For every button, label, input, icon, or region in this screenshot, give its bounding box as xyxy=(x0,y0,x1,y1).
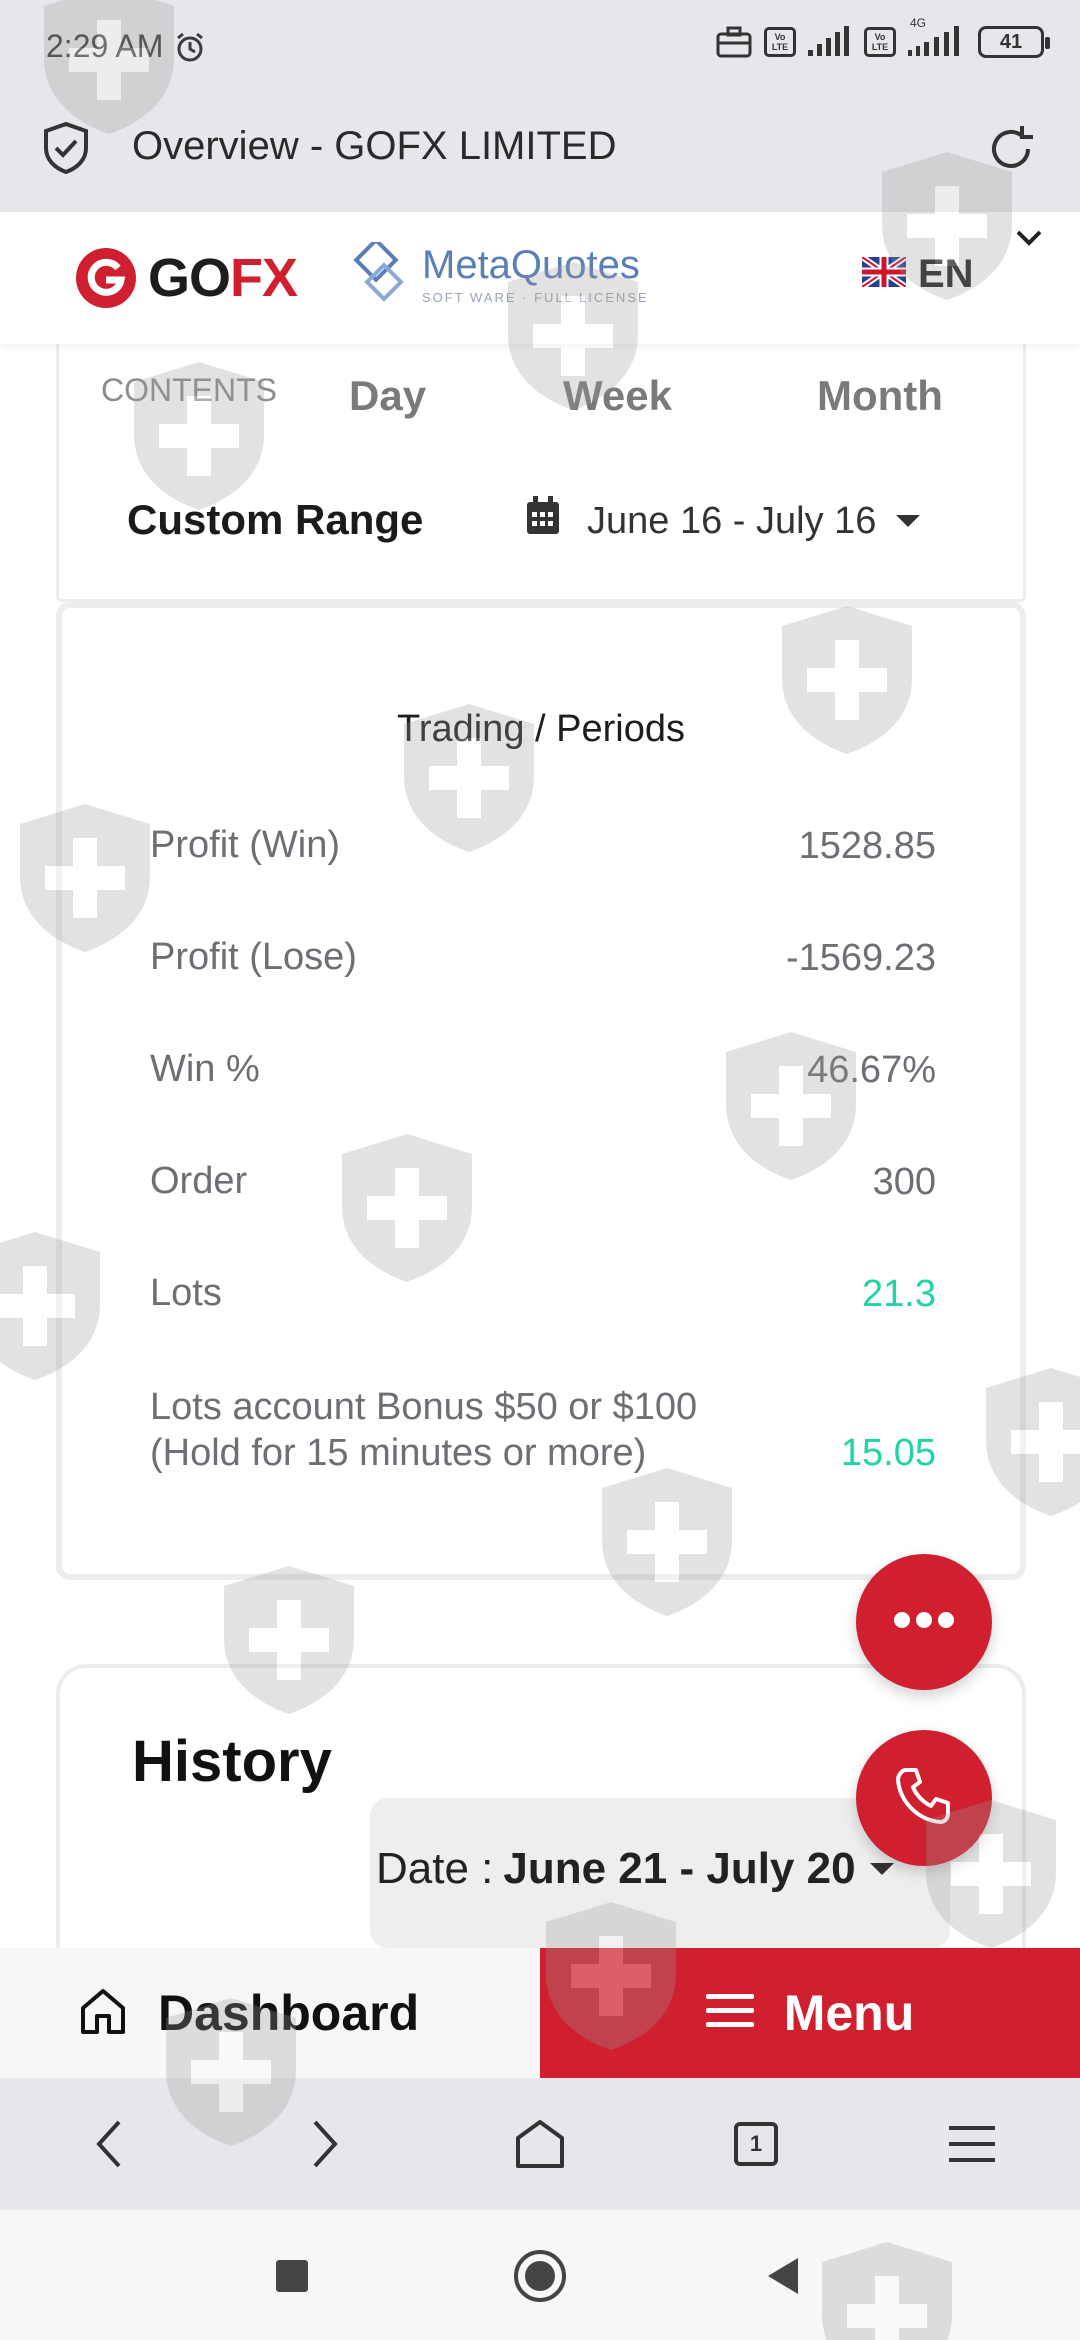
history-title: History xyxy=(132,1729,332,1794)
alarm-icon xyxy=(173,30,207,64)
calendar-icon xyxy=(525,496,561,546)
uk-flag-icon xyxy=(860,254,908,292)
status-bar: 2:29 AM Vo LTE Vo LTE 4G 41 xyxy=(0,0,1080,100)
metaquotes-logo: MetaQuotes SOFT WARE · FULL LICENSE xyxy=(348,242,649,306)
stat-label: Win % xyxy=(150,1048,260,1090)
tab-month[interactable]: Month xyxy=(817,372,943,420)
volte-badge: Vo LTE xyxy=(764,27,796,57)
stat-label-line2: (Hold for 15 minutes or more) xyxy=(150,1432,647,1474)
tab-week[interactable]: Week xyxy=(563,372,672,420)
nav-back-icon[interactable] xyxy=(762,2254,802,2303)
date-range-value: June 16 - July 16 xyxy=(587,499,877,542)
metaquotes-mark xyxy=(353,242,404,302)
stat-label: Profit (Win) xyxy=(150,824,340,866)
stat-label-line1: Lots account Bonus $50 or $100 xyxy=(150,1386,698,1428)
more-icon xyxy=(892,1610,956,1635)
brand-go: GO xyxy=(148,248,231,308)
date-range-picker[interactable]: June 16 - July 16 xyxy=(525,496,921,546)
stats-title: Trading / Periods xyxy=(397,708,685,750)
menu-button[interactable]: Menu xyxy=(540,1948,1080,2078)
signal-icon xyxy=(808,26,852,58)
gofx-wordmark: GOFX xyxy=(148,247,298,309)
browser-toolbar: 1 xyxy=(0,2078,1080,2210)
tab-day[interactable]: Day xyxy=(349,372,426,420)
language-selector[interactable]: EN xyxy=(860,252,974,297)
dashboard-label: Dashboard xyxy=(158,1985,420,2041)
shield-check-icon[interactable] xyxy=(40,120,92,181)
status-icons: Vo LTE Vo LTE 4G 41 xyxy=(716,16,1050,58)
stat-value: 15.05 xyxy=(840,1432,936,1474)
gofx-logo-mark xyxy=(76,248,136,308)
stat-label: Profit (Lose) xyxy=(150,936,357,978)
home-icon xyxy=(78,1986,128,2041)
language-label: EN xyxy=(918,252,974,296)
more-options-button[interactable] xyxy=(856,1554,992,1690)
battery-indicator: 41 xyxy=(978,26,1050,58)
chevron-down-icon[interactable] xyxy=(1014,222,1044,256)
history-date-text: Date : June 21 - July 20 xyxy=(376,1844,894,1894)
signal-4g-icon: 4G xyxy=(908,16,966,58)
stat-value: 46.67% xyxy=(807,1049,936,1091)
brand-fx: FX xyxy=(230,248,298,308)
stat-value: 21.3 xyxy=(862,1273,936,1315)
stat-label: Order xyxy=(150,1160,248,1202)
recents-icon[interactable] xyxy=(272,2256,312,2301)
home-circle-icon[interactable] xyxy=(512,2248,568,2309)
history-date-prefix: Date : xyxy=(376,1844,494,1893)
stat-value: -1569.23 xyxy=(785,937,936,979)
stat-value: 1528.85 xyxy=(798,825,936,867)
period-selector-card: CONTENTS Day Week Month Custom Range Jun… xyxy=(56,344,1026,602)
stat-row-win-percent: Win % 46.67% xyxy=(150,1046,936,1092)
stat-label: Lots xyxy=(150,1272,222,1314)
browser-menu-icon[interactable] xyxy=(940,2112,1004,2176)
dashboard-button[interactable]: Dashboard xyxy=(0,1948,540,2078)
system-navigation xyxy=(0,2210,1080,2340)
status-time: 2:29 AM xyxy=(46,28,164,64)
custom-range-label[interactable]: Custom Range xyxy=(127,496,423,544)
history-date-range: June 21 - July 20 xyxy=(503,1844,856,1893)
caret-down-icon xyxy=(869,1863,894,1875)
stat-label: Lots account Bonus $50 or $100 (Hold for… xyxy=(150,1384,697,1476)
site-header: GOFX MetaQuotes SOFT WARE · FULL LICENSE… xyxy=(0,212,1080,344)
stat-row-profit-lose: Profit (Lose) -1569.23 xyxy=(150,934,936,980)
menu-label: Menu xyxy=(783,1985,915,2041)
stat-row-order: Order 300 xyxy=(150,1158,936,1204)
page-title[interactable]: Overview - GOFX LIMITED xyxy=(132,124,617,169)
contents-label: CONTENTS xyxy=(101,372,277,408)
network-label: 4G xyxy=(910,16,927,30)
menu-icon xyxy=(705,1992,754,2035)
partner-subtitle: SOFT WARE · FULL LICENSE xyxy=(422,290,649,305)
stat-value: 300 xyxy=(872,1161,936,1203)
status-time-group: 2:29 AM xyxy=(46,28,207,65)
stat-row-lots: Lots 21.3 xyxy=(150,1270,936,1316)
tabs-icon[interactable]: 1 xyxy=(724,2112,788,2176)
browser-url-bar[interactable]: Overview - GOFX LIMITED xyxy=(0,100,1080,212)
volte-badge-2: Vo LTE xyxy=(864,27,896,57)
gofx-logo[interactable]: GOFX xyxy=(74,246,298,310)
briefcase-icon xyxy=(716,26,752,58)
stat-row-lots-bonus: Lots account Bonus $50 or $100 (Hold for… xyxy=(150,1384,936,1476)
reload-icon[interactable] xyxy=(982,120,1040,183)
stat-row-profit-win: Profit (Win) 1528.85 xyxy=(150,822,936,868)
trading-stats-card: Trading / Periods Profit (Win) 1528.85 P… xyxy=(56,602,1026,1580)
call-button[interactable] xyxy=(856,1730,992,1866)
bottom-navigation: Dashboard Menu xyxy=(0,1948,1080,2078)
phone-icon xyxy=(892,1764,956,1833)
partner-name: MetaQuotes xyxy=(422,243,640,287)
caret-down-icon xyxy=(896,515,921,527)
forward-icon[interactable] xyxy=(294,2112,358,2176)
browser-home-icon[interactable] xyxy=(508,2112,572,2176)
back-icon[interactable] xyxy=(76,2112,140,2176)
tab-count: 1 xyxy=(734,2122,778,2166)
